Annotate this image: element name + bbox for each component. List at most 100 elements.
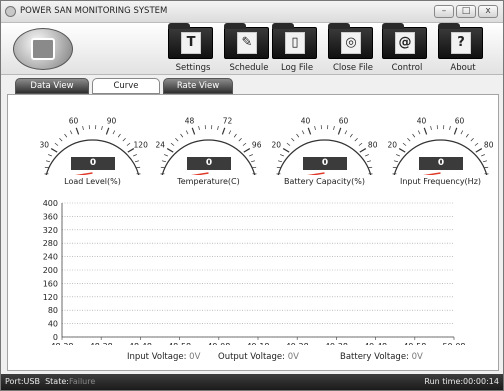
gauge-minor-tick: [277, 160, 283, 163]
gauge-battery-capacity: 020406080100 0 Battery Capacity(%): [262, 105, 387, 186]
about-label: About: [450, 63, 476, 73]
port-status: Port:USB: [5, 377, 40, 386]
app-window: POWER SAN MONITORING SYSTEM – □ x T Sett…: [0, 0, 504, 391]
y-tick-label: 360: [43, 212, 58, 221]
gauge-minor-tick: [126, 142, 131, 146]
gauge-minor-tick: [412, 133, 416, 138]
gauge-minor-tick: [402, 142, 407, 146]
gauge-major-tick: [166, 148, 174, 153]
gauge-label: Load Level(%): [64, 177, 121, 186]
gauge-minor-tick: [198, 125, 200, 131]
gauge-minor-tick: [164, 154, 169, 157]
gauge-major-tick: [221, 127, 226, 135]
x-tick-label: 49:58: [403, 342, 426, 345]
title-bar[interactable]: POWER SAN MONITORING SYSTEM – □ x: [1, 1, 503, 23]
gauge-major-tick: [359, 148, 367, 153]
x-tick-label: 49:18: [246, 342, 269, 345]
gauge-label: Input Frequency(Hz): [399, 177, 482, 186]
target-icon: ◎: [328, 23, 373, 59]
log-file-label: Log File: [280, 63, 314, 73]
gauge-minor-tick: [248, 154, 253, 157]
gauge-tick-label: 20: [388, 140, 398, 149]
gauge-needle: [423, 172, 441, 175]
y-tick-label: 80: [48, 306, 58, 315]
gauge-tick-label: 60: [69, 116, 79, 125]
minimize-button[interactable]: –: [434, 5, 454, 18]
x-tick-label: 49:48: [364, 342, 387, 345]
view-tabs: Data View Curve View Rate View: [15, 78, 233, 105]
gauge-tick-label: 60: [339, 116, 349, 125]
y-tick-label: 400: [43, 199, 58, 208]
gauge-minor-tick: [82, 125, 84, 131]
window-title: POWER SAN MONITORING SYSTEM: [20, 6, 168, 16]
gauge-minor-tick: [122, 137, 126, 142]
gauge-minor-tick: [465, 133, 469, 138]
control-button[interactable]: @ Control: [377, 23, 437, 75]
close-file-button[interactable]: ◎ Close File: [323, 23, 383, 75]
gauge-minor-tick: [417, 130, 421, 135]
tab-data-view[interactable]: Data View: [15, 78, 89, 94]
y-tick-label: 40: [48, 320, 58, 329]
gauge-minor-tick: [480, 154, 485, 157]
close-button[interactable]: x: [478, 5, 498, 18]
gauge-minor-tick: [132, 154, 137, 157]
gauge-minor-tick: [333, 125, 335, 131]
gauge-tick-label: 40: [301, 116, 311, 125]
x-tick-label: 49:08: [207, 342, 230, 345]
gauge-input-frequency: 020406080100 0 Input Frequency(Hz): [378, 105, 503, 186]
document-icon: ▯: [272, 23, 317, 59]
tab-rate-view[interactable]: Rate View: [163, 78, 233, 94]
gauge-minor-tick: [280, 154, 285, 157]
gauge-minor-tick: [354, 137, 358, 142]
gauge-minor-tick: [175, 137, 179, 142]
gauge-tick-label: 20: [272, 140, 282, 149]
control-label: Control: [391, 63, 423, 73]
gauge-minor-tick: [474, 142, 479, 146]
hammer-icon: T: [168, 23, 213, 59]
gauge-needle: [191, 172, 209, 175]
state-value: Failure: [68, 377, 96, 386]
toolbar: T Settings ✎ Schedule ▯ Log File ◎ Close…: [1, 23, 503, 75]
app-icon: [5, 6, 16, 17]
gauge-needle: [307, 172, 325, 175]
input-voltage-readout: Input Voltage: 0V: [127, 352, 201, 362]
gauge-minor-tick: [59, 137, 63, 142]
gauge-major-tick: [453, 127, 458, 135]
gauge-minor-tick: [364, 154, 369, 157]
gauge-minor-tick: [460, 130, 464, 135]
settings-label: Settings: [175, 63, 211, 73]
gauge-minor-tick: [396, 154, 401, 157]
gauge-minor-tick: [180, 133, 184, 138]
gauge-tick-label: 24: [156, 140, 166, 149]
logo: [13, 28, 73, 70]
gauge-minor-tick: [366, 160, 372, 163]
gauge-minor-tick: [407, 137, 411, 142]
gauge-major-tick: [337, 127, 342, 135]
gauge-major-tick: [50, 148, 58, 153]
state-label: State:: [45, 377, 69, 386]
maximize-button[interactable]: □: [456, 5, 476, 18]
gauge-tick-label: 48: [185, 116, 195, 125]
gauge-major-tick: [282, 148, 290, 153]
settings-button[interactable]: T Settings: [163, 23, 223, 75]
gauge-minor-tick: [482, 160, 488, 163]
gauge-major-tick: [423, 127, 428, 135]
gauge-minor-tick: [112, 130, 116, 135]
gauge-minor-tick: [470, 137, 474, 142]
gauge-tick-label: 96: [252, 140, 262, 149]
voltage-chart: 0 40 80 120 160 200 240 280 320 360 400 48:28 48:38 4…: [43, 199, 466, 345]
status-port-state: Port:USB State:Failure: [5, 374, 95, 390]
log-file-button[interactable]: ▯ Log File: [267, 23, 327, 75]
gauge-tick-label: 80: [368, 140, 378, 149]
gauge-load-level: 0306090120150 0 Load Level(%): [30, 105, 155, 186]
tab-curve-view[interactable]: Curve View: [92, 78, 160, 105]
question-icon: ?: [438, 23, 483, 59]
gauge-minor-tick: [54, 142, 59, 146]
gauge-minor-tick: [358, 142, 363, 146]
gauge-minor-tick: [449, 125, 451, 131]
gauge-minor-tick: [314, 125, 316, 131]
gauge-value: 0: [419, 157, 463, 170]
about-button[interactable]: ? About: [433, 23, 493, 75]
gauge-major-tick: [475, 148, 483, 153]
gauge-tick-label: 80: [484, 140, 494, 149]
